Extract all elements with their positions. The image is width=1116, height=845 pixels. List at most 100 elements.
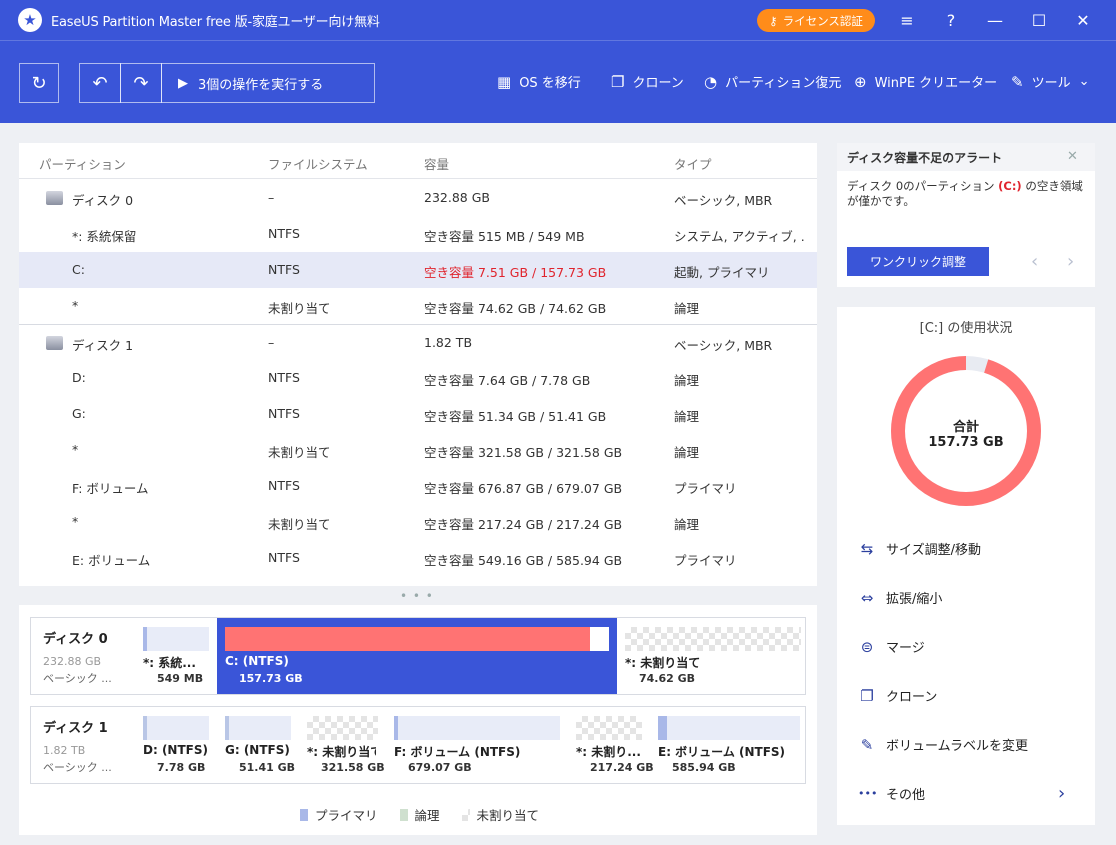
action-more[interactable]: ••• その他 › <box>858 783 1078 804</box>
segment-used-fill <box>394 716 398 740</box>
legend-label: プライマリ <box>315 808 378 823</box>
column-header-type[interactable]: タイプ <box>674 154 712 173</box>
segment-label: *: 系統... <box>143 656 196 670</box>
partition-table: パーティション ファイルシステム 容量 タイプ ディスク 0 – 232.88 GB… <box>19 143 817 586</box>
usage-panel: [C:] の使用状況 合計 157.73 GB ⇆ サイズ調整/移動 ⇔ 拡張/縮小 ⊜… <box>837 307 1095 825</box>
column-header-filesystem[interactable]: ファイルシステム <box>268 154 368 173</box>
action-label: マージ <box>886 641 925 656</box>
action-extend-shrink[interactable]: ⇔ 拡張/縮小 <box>858 588 1078 608</box>
partition-name: ディスク 0 <box>72 193 134 208</box>
partition-row[interactable]: * 未割り当て 空き容量 321.58 GB / 321.58 GB 論理 <box>19 432 817 468</box>
disk-map-segment[interactable]: *: 未割り... 217.24 GB <box>576 707 654 783</box>
disk-map-row-disk1[interactable]: ディスク 1 1.82 TB ベーシック ... D: (NTFS) 7.78 G… <box>30 706 806 784</box>
winpe-creator-button[interactable]: ⊕ WinPE クリエーター <box>854 72 997 92</box>
action-label: その他 <box>886 788 926 803</box>
segment-label: E: ボリューム (NTFS) <box>658 745 786 759</box>
alert-drive-letter: (C:) <box>998 179 1022 193</box>
disk-map-segment[interactable]: F: ボリューム (NTFS) 679.07 GB <box>394 707 560 783</box>
disk-map: ディスク 0 232.88 GB ベーシック ... *: 系統... 549 M… <box>19 605 817 835</box>
column-header-partition[interactable]: パーティション <box>39 154 126 173</box>
action-label: ボリュームラベルを変更 <box>886 739 1028 754</box>
partition-filesystem: NTFS <box>268 262 300 277</box>
partition-type: 論理 <box>674 409 700 424</box>
splitter-handle[interactable]: • • • <box>400 589 434 603</box>
partition-capacity: 空き容量 549.16 GB / 585.94 GB <box>424 553 623 568</box>
partition-capacity: 空き容量 7.64 GB / 7.78 GB <box>424 373 591 388</box>
undo-button[interactable]: ↶ <box>79 63 121 103</box>
partition-filesystem: NTFS <box>268 406 300 421</box>
partition-filesystem: NTFS <box>268 550 300 565</box>
partition-name: D: <box>72 370 86 385</box>
alert-prev-icon[interactable]: ‹ <box>1031 251 1038 272</box>
disk-map-segment[interactable]: D: (NTFS) 7.78 GB <box>143 707 209 783</box>
partition-row[interactable]: D: NTFS 空き容量 7.64 GB / 7.78 GB 論理 <box>19 360 817 396</box>
disk-row[interactable]: ディスク 0 – 232.88 GB ベーシック, MBR <box>19 180 817 216</box>
partition-type: 起動, プライマリ <box>674 265 770 280</box>
segment-usage-bar <box>225 716 291 740</box>
disk-row[interactable]: ディスク 1 – 1.82 TB ベーシック, MBR <box>19 324 817 360</box>
segment-label: *: 未割り当て <box>307 745 376 759</box>
partition-type: プライマリ <box>674 481 737 496</box>
one-click-adjust-button[interactable]: ワンクリック調整 <box>847 247 989 276</box>
action-clone[interactable]: ❐ クローン <box>858 686 1078 706</box>
wrench-icon: ✎ <box>1011 72 1024 91</box>
partition-capacity: 空き容量 51.34 GB / 51.41 GB <box>424 409 607 424</box>
migrate-os-button[interactable]: ▦ OS を移行 <box>497 72 581 92</box>
help-icon[interactable]: ? <box>939 8 963 32</box>
clone-button[interactable]: ❐ クローン <box>611 72 684 92</box>
disk-map-segment[interactable]: *: 系統... 549 MB <box>143 618 209 694</box>
disk-icon <box>46 336 63 350</box>
refresh-button[interactable]: ↻ <box>19 63 59 103</box>
action-merge[interactable]: ⊜ マージ <box>858 637 1078 657</box>
partition-name: ディスク 1 <box>72 338 134 353</box>
clone-icon: ❐ <box>611 72 625 91</box>
action-change-label[interactable]: ✎ ボリュームラベルを変更 <box>858 735 1078 755</box>
disk-map-segment[interactable]: G: (NTFS) 51.41 GB <box>225 707 295 783</box>
partition-filesystem: NTFS <box>268 226 300 241</box>
maximize-icon[interactable]: ☐ <box>1027 8 1051 32</box>
legend-item-unallocated: 未割り当て <box>461 805 539 824</box>
partition-filesystem: NTFS <box>268 370 300 385</box>
alert-close-icon[interactable]: ✕ <box>1067 149 1078 164</box>
partition-row[interactable]: *: 系統保留 NTFS 空き容量 515 MB / 549 MB システム, アクテ… <box>19 216 817 252</box>
disk-type: ベーシック ... <box>43 761 112 774</box>
action-label: クローン <box>886 690 938 705</box>
toolbar-divider <box>0 40 1116 41</box>
key-icon: ⚷ <box>769 13 778 28</box>
undo-icon: ↶ <box>92 72 108 94</box>
segment-label: C: (NTFS) <box>225 654 289 668</box>
migrate-os-label: OS を移行 <box>519 76 581 91</box>
partition-row[interactable]: F: ボリューム NTFS 空き容量 676.87 GB / 679.07 GB プラ… <box>19 468 817 504</box>
partition-recovery-button[interactable]: ◔ パーティション復元 <box>704 72 841 92</box>
action-resize-move[interactable]: ⇆ サイズ調整/移動 <box>858 539 1078 559</box>
partition-row[interactable]: * 未割り当て 空き容量 217.24 GB / 217.24 GB 論理 <box>19 504 817 540</box>
partition-row[interactable]: E: ボリューム NTFS 空き容量 549.16 GB / 585.94 GB プラ… <box>19 540 817 576</box>
disk-map-segment[interactable]: *: 未割り当て 321.58 GB <box>307 707 385 783</box>
column-header-capacity[interactable]: 容量 <box>424 154 449 173</box>
disk-info: ディスク 0 232.88 GB ベーシック ... <box>43 628 112 686</box>
execute-operations-button[interactable]: ▶ 3個の操作を実行する <box>161 63 375 103</box>
legend-swatch-primary <box>300 809 308 821</box>
partition-filesystem: – <box>268 190 275 205</box>
disk-map-segment[interactable]: *: 未割り当て 74.62 GB <box>625 618 801 694</box>
partition-row[interactable]: * 未割り当て 空き容量 74.62 GB / 74.62 GB 論理 <box>19 288 817 324</box>
disk-map-segment[interactable]: E: ボリューム (NTFS) 585.94 GB <box>658 707 800 783</box>
segment-used-fill <box>225 627 590 651</box>
partition-capacity: 1.82 TB <box>424 335 473 350</box>
alert-header: ディスク容量不足のアラート ✕ <box>837 143 1095 171</box>
redo-button[interactable]: ↷ <box>120 63 162 103</box>
extend-shrink-icon: ⇔ <box>860 588 874 607</box>
segment-label: *: 未割り... <box>576 745 640 759</box>
partition-type: システム, アクティブ, … <box>674 229 804 244</box>
alert-next-icon[interactable]: › <box>1067 251 1074 272</box>
disk-map-row-disk0[interactable]: ディスク 0 232.88 GB ベーシック ... *: 系統... 549 M… <box>30 617 806 695</box>
partition-row[interactable]: G: NTFS 空き容量 51.34 GB / 51.41 GB 論理 <box>19 396 817 432</box>
partition-row[interactable]: C: NTFS 空き容量 7.51 GB / 157.73 GB 起動, プライマリ <box>19 252 817 288</box>
disk-map-segment[interactable]: C: (NTFS) 157.73 GB <box>217 618 617 694</box>
tools-menu-button[interactable]: ✎ ツール ⌄ <box>1011 72 1090 92</box>
license-activation-button[interactable]: ⚷ ライセンス認証 <box>757 9 875 32</box>
minimize-icon[interactable]: — <box>983 8 1007 32</box>
disk-name: ディスク 0 <box>43 632 108 647</box>
menu-icon[interactable]: ≡ <box>895 8 919 32</box>
close-icon[interactable]: ✕ <box>1071 8 1095 32</box>
